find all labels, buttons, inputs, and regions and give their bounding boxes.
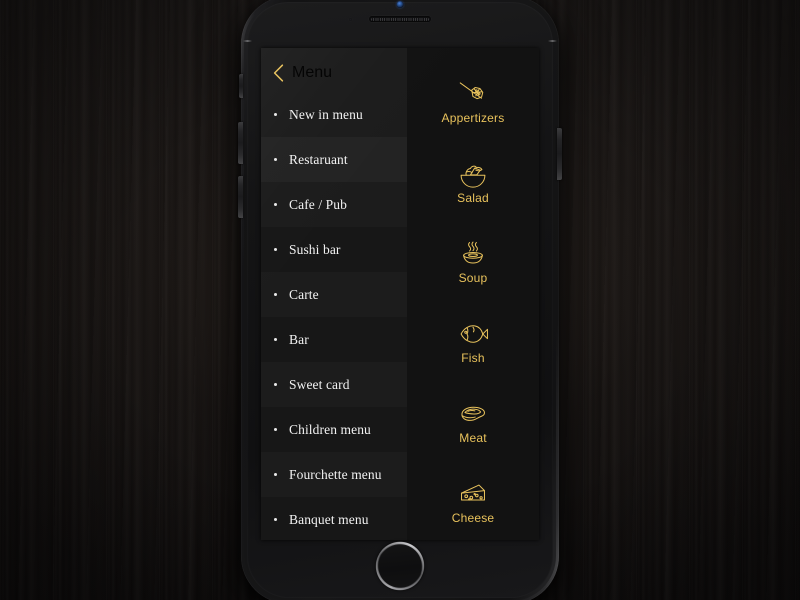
antenna-line-top-left: [243, 40, 252, 42]
steak-icon: [456, 400, 490, 428]
menu-list-item-label: Sweet card: [289, 376, 350, 392]
menu-list-item-label: Fourchette menu: [289, 466, 382, 482]
menu-list-item[interactable]: Sushi bar: [261, 227, 407, 272]
chevron-left-icon[interactable]: [273, 64, 284, 82]
menu-list-item[interactable]: Children menu: [261, 407, 407, 452]
menu-list-item-label: Sushi bar: [289, 241, 341, 257]
menu-list-pane: Menu New in menu Restaruant Cafe / Pub Sush…: [261, 48, 407, 540]
home-button[interactable]: [376, 542, 424, 590]
menu-list-item-label: Restaruant: [289, 151, 348, 167]
volume-down-button[interactable]: [238, 176, 243, 218]
bullet-icon: [274, 428, 277, 431]
category-item-appertizers[interactable]: Appertizers: [407, 62, 539, 142]
bullet-icon: [274, 158, 277, 161]
category-item-cheese[interactable]: Cheese: [407, 462, 539, 540]
phone-device: Menu New in menu Restaruant Cafe / Pub Sush…: [238, 0, 562, 600]
category-label: Soup: [458, 271, 488, 285]
menu-list-item[interactable]: New in menu: [261, 92, 407, 137]
menu-header[interactable]: Menu: [261, 48, 407, 92]
category-icon-pane: Appertizers Salad Soup Fish Meat Cheese: [407, 48, 539, 540]
category-item-salad[interactable]: Salad: [407, 142, 539, 222]
front-camera-icon: [396, 1, 404, 8]
category-item-soup[interactable]: Soup: [407, 222, 539, 302]
category-label: Cheese: [451, 511, 495, 525]
menu-list-item-label: New in menu: [289, 106, 363, 122]
category-item-fish[interactable]: Fish: [407, 302, 539, 382]
earpiece-speaker-icon: [369, 16, 431, 22]
bullet-icon: [274, 293, 277, 296]
canape-skewer-icon: [456, 80, 490, 108]
menu-list-item[interactable]: Fourchette menu: [261, 452, 407, 497]
category-label: Appertizers: [441, 111, 505, 125]
menu-list-item-label: Banquet menu: [289, 511, 369, 527]
antenna-line-top-right: [548, 40, 557, 42]
menu-list-item[interactable]: Banquet menu: [261, 497, 407, 540]
menu-list-item-label: Cafe / Pub: [289, 196, 347, 212]
cheese-wedge-icon: [456, 480, 490, 508]
category-label: Salad: [457, 191, 489, 205]
menu-list-item[interactable]: Restaruant: [261, 137, 407, 182]
menu-list-item[interactable]: Cafe / Pub: [261, 182, 407, 227]
bullet-icon: [274, 383, 277, 386]
screenshot-stage: Menu New in menu Restaruant Cafe / Pub Sush…: [0, 0, 800, 600]
menu-list-item[interactable]: Carte: [261, 272, 407, 317]
category-list: Appertizers Salad Soup Fish Meat Cheese: [407, 48, 539, 540]
silent-switch-button[interactable]: [239, 74, 243, 98]
menu-list-item-label: Bar: [289, 331, 309, 347]
category-item-meat[interactable]: Meat: [407, 382, 539, 462]
category-label: Meat: [459, 431, 487, 445]
soup-bowl-icon: [456, 240, 490, 268]
proximity-sensor-icon: [349, 18, 352, 21]
fish-icon: [456, 320, 490, 348]
menu-list-item[interactable]: Bar: [261, 317, 407, 362]
bullet-icon: [274, 113, 277, 116]
salad-bowl-icon: [456, 160, 490, 188]
bullet-icon: [274, 203, 277, 206]
category-label: Fish: [461, 351, 485, 365]
bullet-icon: [274, 518, 277, 521]
bullet-icon: [274, 338, 277, 341]
phone-screen: Menu New in menu Restaruant Cafe / Pub Sush…: [261, 48, 539, 540]
volume-up-button[interactable]: [238, 122, 243, 164]
power-button[interactable]: [557, 128, 562, 180]
menu-list-item-label: Carte: [289, 286, 319, 302]
menu-list-item-label: Children menu: [289, 421, 371, 437]
menu-items-container: New in menu Restaruant Cafe / Pub Sushi bar…: [261, 92, 407, 540]
bullet-icon: [274, 473, 277, 476]
menu-header-title: Menu: [292, 64, 333, 81]
bullet-icon: [274, 248, 277, 251]
menu-list-item[interactable]: Sweet card: [261, 362, 407, 407]
